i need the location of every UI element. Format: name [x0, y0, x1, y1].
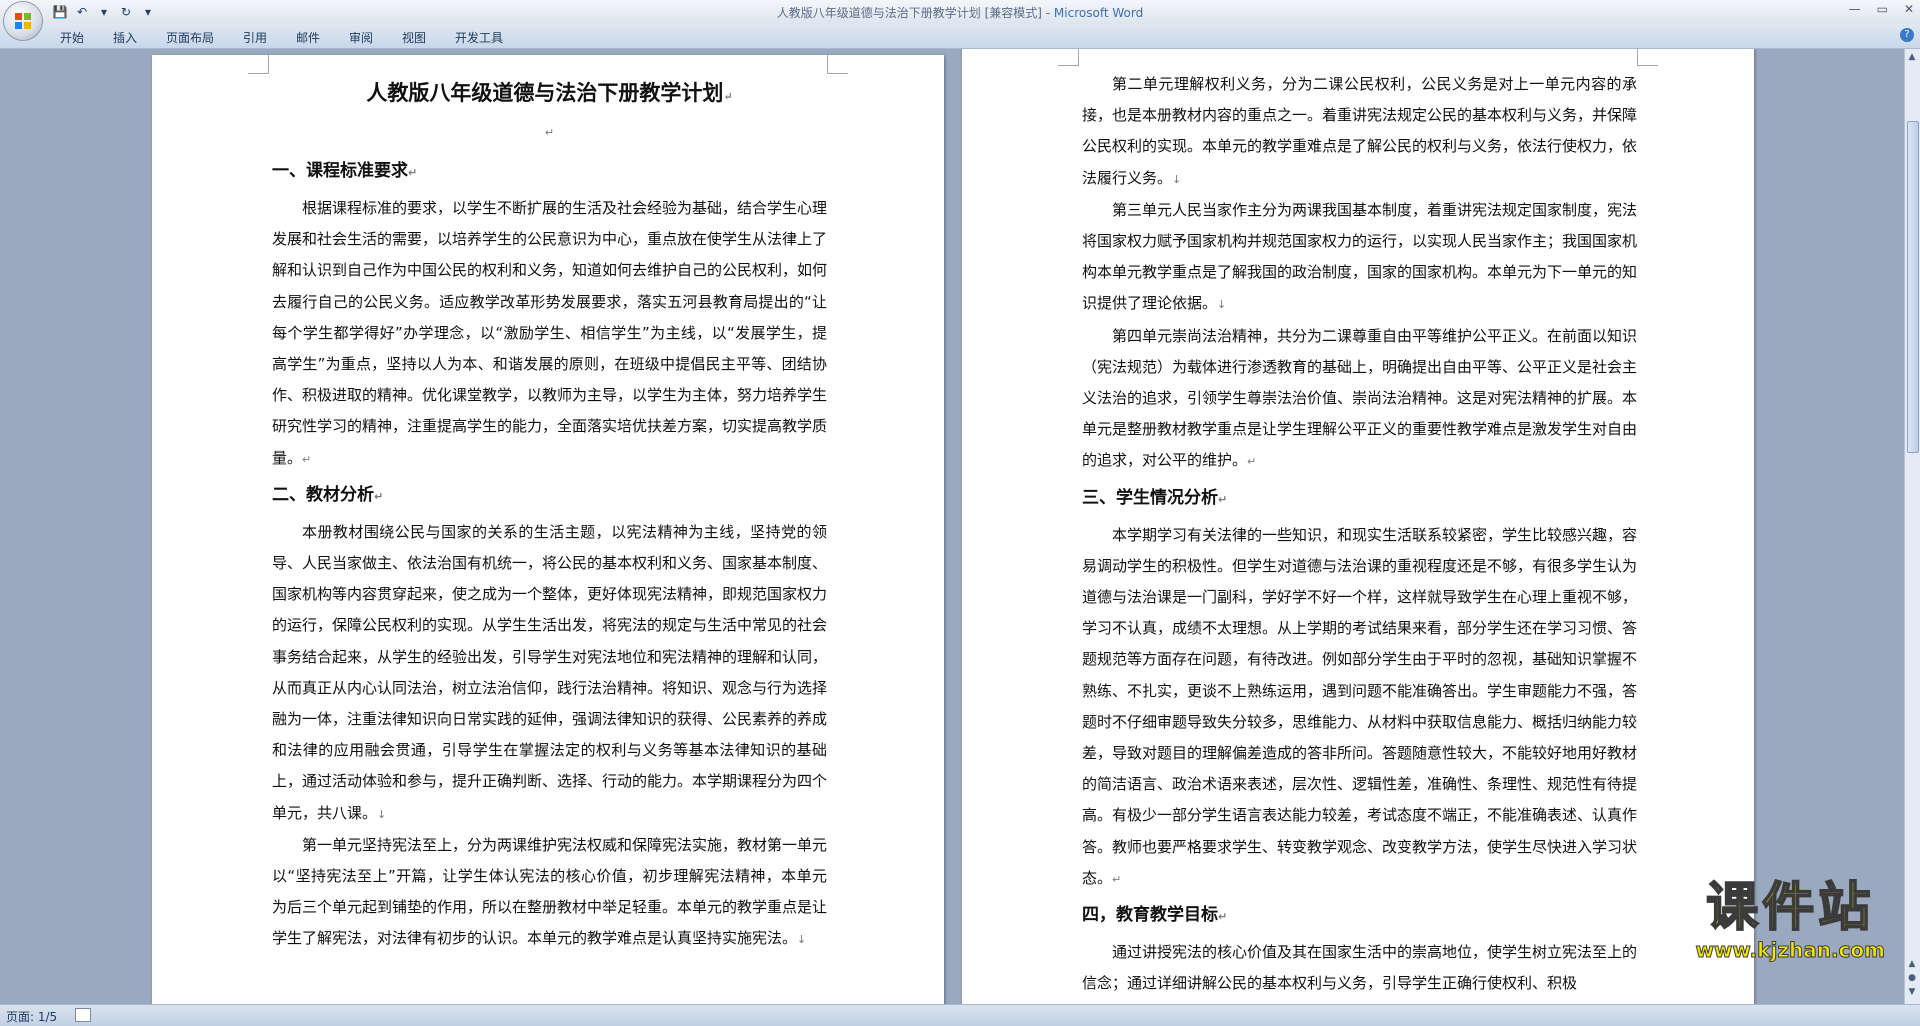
minimize-button[interactable]: — [1849, 2, 1861, 16]
watermark-url: www.kjzhan.com [1695, 938, 1886, 963]
scroll-up-arrow-icon[interactable]: ▲ [1907, 51, 1917, 63]
document-workspace: 人教版八年级道德与法治下册教学计划↵ ↵ 一、课程标准要求↵ 根据课程标准的要求… [0, 49, 1905, 1004]
paragraph-unit-2: 第二单元理解权利义务，分为二课公民权利，公民义务是对上一单元内容的承接，也是本册… [1082, 75, 1638, 187]
window-controls: — ▭ ✕ [1849, 2, 1914, 16]
paragraph-unit-4: 第四单元崇尚法治精神，共分为二课尊重自由平等维护公平正义。在前面以知识（宪法规范… [1082, 326, 1638, 470]
crop-mark [248, 55, 269, 74]
customize-toolbar-icon[interactable]: ▾ [140, 5, 156, 19]
scrollbar-thumb[interactable] [1907, 121, 1919, 453]
empty-paragraph: ↵ [544, 126, 555, 139]
section-heading-2: 二、教材分析↵ [272, 484, 384, 505]
ribbon-tabs: 开始 插入 页面布局 引用 邮件 审阅 视图 开发工具 ? [0, 24, 1920, 49]
tab-insert[interactable]: 插入 [113, 29, 137, 46]
redo-icon[interactable]: ↻ [118, 5, 134, 19]
maximize-button[interactable]: ▭ [1877, 2, 1888, 16]
paragraph-curriculum: 根据课程标准的要求，以学生不断扩展的生活及社会经验为基础，结合学生心理发展和社会… [272, 199, 828, 467]
proofing-icon[interactable] [75, 1008, 91, 1022]
save-icon[interactable]: 💾 [52, 5, 68, 19]
office-button[interactable] [4, 2, 42, 40]
tab-developer[interactable]: 开发工具 [455, 29, 503, 46]
document-name: 人教版八年级道德与法治下册教学计划 [兼容模式] - [776, 6, 1054, 20]
page-indicator[interactable]: 页面: 1/5 [6, 1008, 57, 1025]
title-bar: 人教版八年级道德与法治下册教学计划 [兼容模式] - Microsoft Wor… [0, 0, 1920, 24]
quick-access-toolbar: 💾 ↶ ▾ ↻ ▾ [52, 3, 156, 21]
undo-icon[interactable]: ↶ [74, 5, 90, 19]
select-browse-object-icon[interactable]: ● [1907, 972, 1917, 984]
crop-mark [1058, 49, 1079, 66]
document-page-1[interactable]: 人教版八年级道德与法治下册教学计划↵ ↵ 一、课程标准要求↵ 根据课程标准的要求… [152, 55, 944, 1004]
document-page-2[interactable]: 第二单元理解权利义务，分为二课公民权利，公民义务是对上一单元内容的承接，也是本册… [962, 49, 1754, 1004]
window-title: 人教版八年级道德与法治下册教学计划 [兼容模式] - Microsoft Wor… [0, 4, 1920, 21]
paragraph-student-analysis: 本学期学习有关法律的一些知识，和现实生活联系较紧密，学生比较感兴趣，容易调动学生… [1082, 525, 1638, 887]
section-heading-1: 一、课程标准要求↵ [272, 161, 418, 181]
section-heading-3: 三、学生情况分析↵ [1082, 487, 1228, 508]
crop-mark [827, 55, 848, 74]
status-bar: 页面: 1/5 [0, 1004, 1920, 1026]
watermark-logo-text: 课件站 [1705, 877, 1875, 939]
kjzhan-watermark: 课件站 www.kjzhan.com [1695, 877, 1886, 963]
vertical-scrollbar[interactable]: ▲ ▲ ● ▼ [1904, 49, 1920, 1004]
tab-references[interactable]: 引用 [243, 29, 267, 46]
tab-page-layout[interactable]: 页面布局 [166, 29, 214, 46]
section-heading-4: 四，教育教学目标↵ [1082, 905, 1228, 926]
paragraph-unit-3: 第三单元人民当家作主分为两课我国基本制度，着重讲宪法规定国家制度，宪法将国家权力… [1082, 200, 1638, 313]
close-button[interactable]: ✕ [1904, 2, 1914, 16]
paragraph-teaching-goals: 通过讲授宪法的核心价值及其在国家生活中的崇高地位，使学生树立宪法至上的信念；通过… [1082, 943, 1638, 993]
page-2-content: 第二单元理解权利义务，分为二课公民权利，公民义务是对上一单元内容的承接，也是本册… [1082, 69, 1637, 999]
paragraph-textbook-analysis: 本册教材围绕公民与国家的关系的生活主题，以宪法精神为主线，坚持党的领导、人民当家… [272, 522, 828, 822]
crop-mark [1637, 49, 1658, 66]
app-name: Microsoft Word [1053, 6, 1144, 20]
tab-review[interactable]: 审阅 [349, 29, 373, 46]
undo-dropdown-icon[interactable]: ▾ [96, 5, 112, 19]
next-page-icon[interactable]: ▼ [1907, 986, 1917, 998]
page-1-content: 人教版八年级道德与法治下册教学计划↵ ↵ 一、课程标准要求↵ 根据课程标准的要求… [272, 77, 827, 956]
tab-view[interactable]: 视图 [402, 29, 426, 46]
office-logo-icon [15, 13, 31, 29]
previous-page-icon[interactable]: ▲ [1907, 958, 1917, 970]
tab-mailings[interactable]: 邮件 [296, 29, 320, 46]
help-icon[interactable]: ? [1900, 28, 1914, 42]
paragraph-unit-1: 第一单元坚持宪法至上，分为两课维护宪法权威和保障宪法实施，教材第一单元以“坚持宪… [272, 835, 828, 948]
document-title: 人教版八年级道德与法治下册教学计划↵ [366, 80, 733, 105]
tab-home[interactable]: 开始 [60, 29, 84, 46]
